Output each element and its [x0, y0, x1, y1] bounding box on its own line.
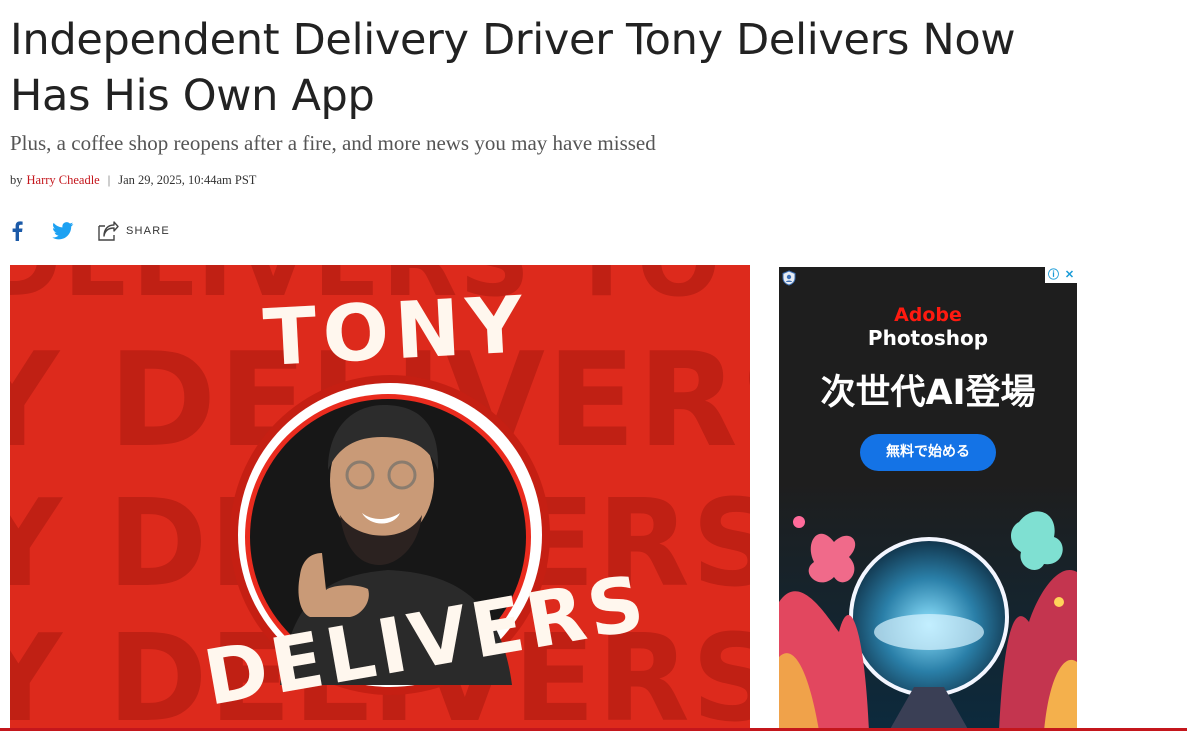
hero-image: DELIVERS TO Y DELIVERS TO Y DELIVERS TO … [10, 265, 750, 731]
ad-product: Photoshop [867, 326, 989, 350]
byline: by Harry Cheadle | Jan 29, 2025, 10:44am… [10, 173, 256, 188]
twitter-icon[interactable] [52, 220, 76, 242]
close-icon[interactable]: ✕ [1065, 267, 1074, 283]
adchoices-icon[interactable]: ⓘ [1048, 267, 1059, 283]
share-icon [98, 221, 119, 241]
byline-prefix: by [10, 173, 23, 187]
facebook-icon[interactable] [11, 220, 25, 242]
article-headline: Independent Delivery Driver Tony Deliver… [10, 15, 1016, 121]
hero-title-top: TONY [261, 280, 531, 384]
share-label: SHARE [126, 225, 170, 237]
share-bar: SHARE [10, 218, 170, 244]
byline-separator: | [107, 173, 111, 187]
ad-headline: 次世代AI登場 [820, 373, 1036, 413]
publish-date: Jan 29, 2025, 10:44am PST [118, 173, 257, 187]
ad-shield-icon [782, 270, 796, 286]
author-link[interactable]: Harry Cheadle [27, 173, 100, 188]
ad-brand: Adobe [894, 304, 962, 326]
ad-cta-button[interactable]: 無料で始める [860, 434, 996, 471]
ad-artwork [779, 482, 1077, 731]
article-dek: Plus, a coffee shop reopens after a fire… [10, 131, 656, 155]
ad-controls: ⓘ ✕ [1045, 267, 1077, 283]
share-button[interactable]: SHARE [97, 221, 170, 241]
sidebar-ad[interactable]: ⓘ ✕ Adobe Photoshop 次世代AI登場 無料で始める [779, 267, 1077, 731]
